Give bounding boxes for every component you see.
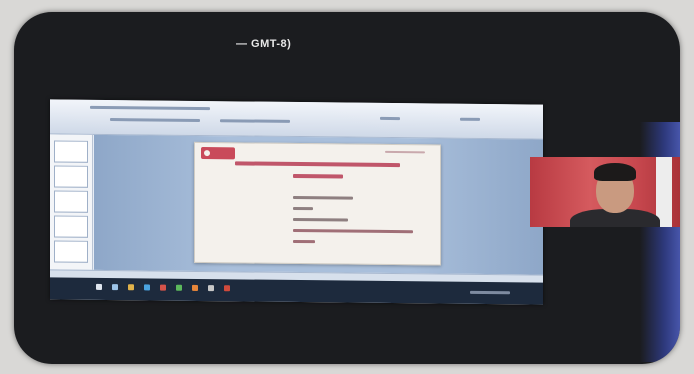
taskbar-app-icon[interactable] [224,285,230,292]
slide-thumbnail[interactable] [54,165,88,188]
slide-thumbnail[interactable] [54,215,88,238]
ribbon-tools[interactable] [110,118,200,122]
slide-header-text [385,150,425,154]
taskbar-app-icon[interactable] [128,284,134,291]
slide-thumbnail-panel [50,134,93,270]
start-icon[interactable] [96,283,102,290]
slide-thumbnail[interactable] [54,140,88,163]
presenter-affiliation [293,217,348,222]
shared-screen [50,99,543,305]
speaker-hair [594,163,636,181]
timezone-label: — GMT-8) [236,38,292,50]
presenter-name [293,195,353,200]
webcam-feed [530,157,680,227]
ribbon-tools[interactable] [380,116,400,121]
slide-thumbnail[interactable] [54,240,88,263]
university-logo-icon [201,146,235,160]
windows-taskbar [50,277,543,305]
ribbon-tools[interactable] [220,119,290,123]
meeting-window: — GMT-8) [14,12,680,364]
taskbar-app-icon[interactable] [144,284,150,291]
current-slide [194,141,441,266]
presenter-country [293,239,315,244]
system-tray[interactable] [470,290,510,295]
taskbar-app-icon[interactable] [208,285,214,292]
taskbar-app-icon[interactable] [192,284,198,291]
slide-thumbnail[interactable] [54,190,88,213]
ribbon-tools[interactable] [460,117,480,121]
presentation-ribbon [50,99,543,140]
presenter-department [293,228,413,234]
presenter-role [293,206,313,211]
slide-canvas [94,134,543,275]
slide-title [235,161,400,185]
taskbar-app-icon[interactable] [160,284,166,291]
taskbar-app-icon[interactable] [112,284,118,291]
taskbar-app-icon[interactable] [176,284,182,291]
ribbon-tabs[interactable] [90,105,210,111]
